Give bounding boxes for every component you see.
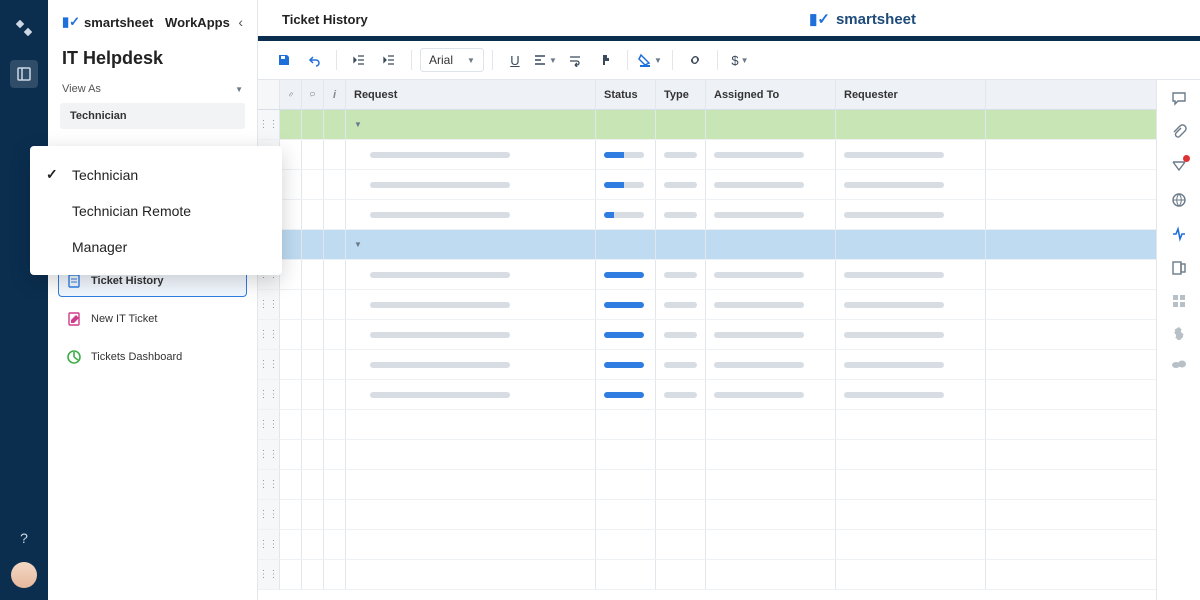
table-row[interactable]: ⋮⋮ [258,320,1156,350]
view-as-selected[interactable]: Technician [60,103,245,129]
nav-label: Tickets Dashboard [91,351,182,363]
center-brand-text: smartsheet [836,11,916,28]
table-row[interactable]: ⋮⋮ [258,380,1156,410]
sheet-icon [67,274,81,288]
brand-product: smartsheet [84,15,153,30]
option-label: Technician Remote [72,203,191,219]
view-as-option[interactable]: ✓ Technician [30,156,282,193]
integration-grid-icon[interactable] [1172,294,1186,308]
publish-icon[interactable] [1171,192,1187,208]
right-rail [1156,80,1200,600]
view-as-label-row[interactable]: View As ▼ [48,83,257,103]
table-row[interactable]: ⋮⋮ [258,200,1156,230]
toolbar: Arial ▼ U ▼ ▼ [258,41,1200,80]
chevron-down-icon: ▼ [549,56,557,65]
column-status[interactable]: Status [596,80,656,109]
option-label: Manager [72,239,127,255]
brand-logo: ▮✓ smartsheet WorkApps [62,14,230,30]
table-row[interactable]: ⋮⋮ [258,410,1156,440]
brand-suffix: WorkApps [165,15,230,30]
undo-button[interactable] [300,47,328,73]
sheet-grid[interactable]: i Request Status Type Assigned To Reques… [258,80,1156,600]
underline-button[interactable]: U [501,47,529,73]
summary-icon[interactable] [1171,260,1187,276]
attachments-icon[interactable] [1171,124,1187,140]
table-row[interactable]: ⋮⋮ [258,440,1156,470]
column-header-row: i Request Status Type Assigned To Reques… [258,80,1156,110]
apps-icon[interactable] [14,18,34,38]
page-title: Ticket History [282,12,368,27]
dashboard-icon [67,350,81,364]
expand-icon[interactable]: ▼ [354,240,362,249]
table-row[interactable]: ⋮⋮ [258,530,1156,560]
center-brand: ▮✓ smartsheet [809,10,916,28]
conversations-icon[interactable] [1171,90,1187,106]
info-column-icon[interactable]: i [324,80,346,109]
table-row[interactable]: ⋮⋮ [258,470,1156,500]
column-type[interactable]: Type [656,80,706,109]
sidebar-item-new-it-ticket[interactable]: New IT Ticket [58,303,247,335]
expand-icon[interactable]: ▼ [354,120,362,129]
user-avatar[interactable] [11,562,37,588]
view-as-option[interactable]: Manager [30,229,282,265]
workapps-icon[interactable] [10,60,38,88]
link-button[interactable] [681,47,709,73]
format-painter-button[interactable] [591,47,619,73]
brand-mark-icon: ▮✓ [809,10,830,28]
sidebar-nav: Ticket History New IT Ticket Tickets Dashb… [48,259,257,385]
view-as-label: View As [62,83,101,95]
table-row[interactable]: ⋮⋮ [258,350,1156,380]
table-row[interactable]: ⋮⋮▼ [258,230,1156,260]
integration-salesforce-icon[interactable] [1171,358,1187,370]
currency-button[interactable]: $ ▼ [726,47,754,73]
table-row[interactable]: ⋮⋮ [258,290,1156,320]
view-as-option[interactable]: Technician Remote [30,193,282,229]
main-panel: Ticket History ▮✓ smartsheet [258,0,1200,600]
integration-jira-icon[interactable] [1172,326,1186,340]
option-label: Technician [72,167,138,183]
chevron-down-icon: ▼ [235,85,243,94]
app-title: IT Helpdesk [48,40,257,83]
form-icon [67,312,81,326]
view-as-dropdown: ✓ Technician Technician Remote Manager [30,146,282,275]
nav-label: New IT Ticket [91,313,157,325]
attachment-column-icon[interactable] [280,80,302,109]
font-name: Arial [429,53,453,67]
check-icon: ✓ [46,166,62,183]
column-requester[interactable]: Requester [836,80,986,109]
table-row[interactable]: ⋮⋮ [258,500,1156,530]
brand-mark-icon: ▮✓ [62,14,80,30]
table-row[interactable]: ⋮⋮▼ [258,110,1156,140]
chevron-down-icon: ▼ [467,56,475,65]
table-row[interactable]: ⋮⋮ [258,170,1156,200]
comment-column-icon[interactable] [302,80,324,109]
wrap-button[interactable] [561,47,589,73]
table-row[interactable]: ⋮⋮ [258,560,1156,590]
align-button[interactable]: ▼ [531,47,559,73]
help-icon[interactable]: ? [20,530,28,546]
global-rail: ? [0,0,48,600]
outdent-button[interactable] [345,47,373,73]
activity-icon[interactable] [1171,226,1187,242]
collapse-sidebar-button[interactable]: ‹ [238,14,243,30]
save-button[interactable] [270,47,298,73]
indent-button[interactable] [375,47,403,73]
nav-label: Ticket History [91,275,164,287]
fill-color-button[interactable]: ▼ [636,47,664,73]
proofs-icon[interactable] [1171,158,1187,174]
chevron-down-icon: ▼ [654,56,662,65]
table-row[interactable]: ⋮⋮ [258,140,1156,170]
font-selector[interactable]: Arial ▼ [420,48,484,72]
column-assigned-to[interactable]: Assigned To [706,80,836,109]
chevron-down-icon: ▼ [741,56,749,65]
sidebar: ▮✓ smartsheet WorkApps ‹ IT Helpdesk Vie… [48,0,258,600]
sidebar-item-tickets-dashboard[interactable]: Tickets Dashboard [58,341,247,373]
table-row[interactable]: ⋮⋮ [258,260,1156,290]
column-request[interactable]: Request [346,80,596,109]
